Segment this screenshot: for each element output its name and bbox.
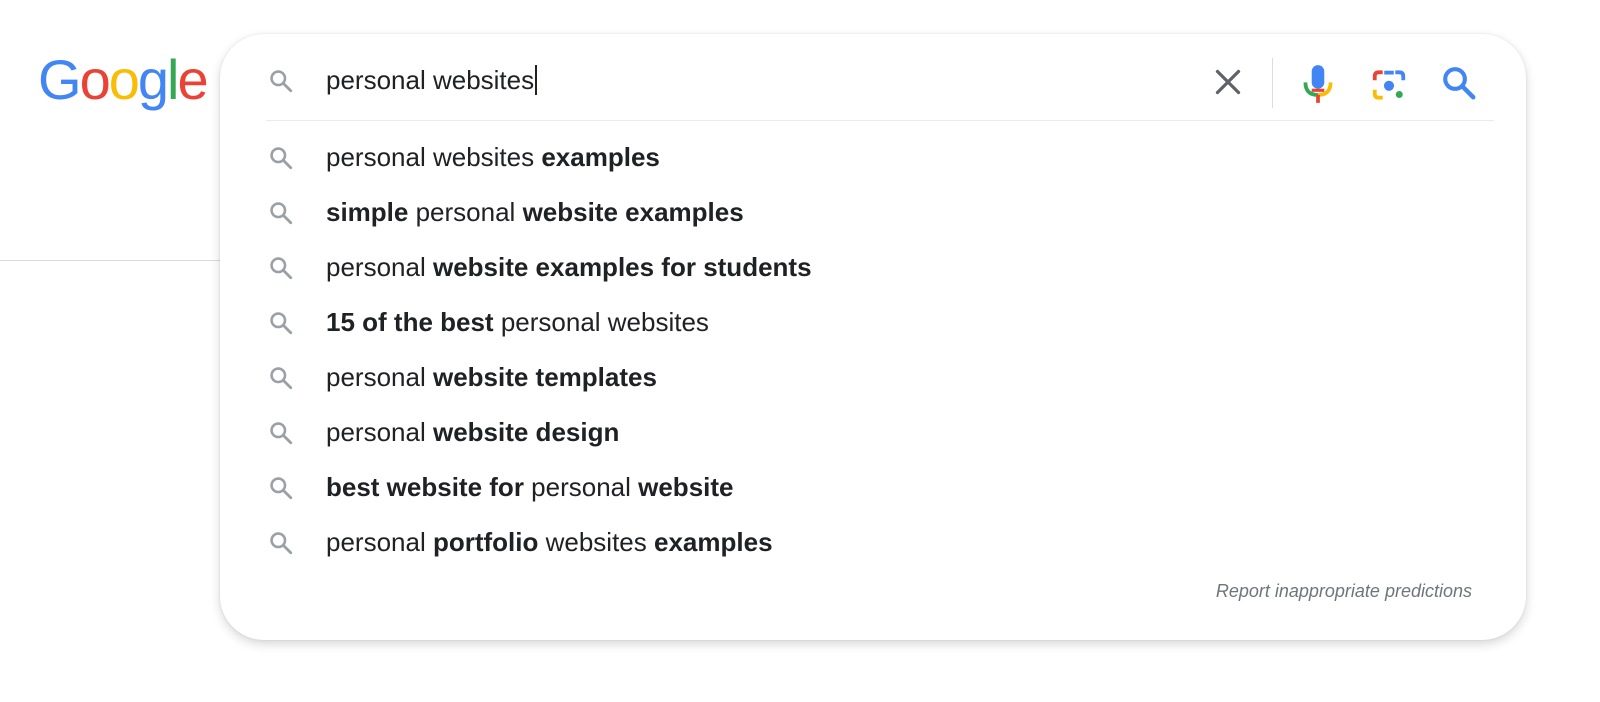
suggestion-bold-segment: examples (541, 142, 660, 172)
google-logo[interactable]: Google (38, 48, 209, 111)
text-cursor (535, 65, 538, 95)
search-suggestions-panel: personal websites personal websites exam… (220, 34, 1526, 640)
search-icon (270, 422, 293, 445)
suggestion-bold-segment: examples (654, 527, 773, 557)
suggestion-segment: personal (326, 527, 433, 557)
microphone-icon[interactable] (1298, 62, 1338, 106)
logo-letter: e (177, 48, 208, 111)
search-icon (270, 477, 293, 500)
suggestion-segment: personal websites (326, 142, 542, 172)
logo-letter: g (137, 48, 169, 111)
suggestion-segment: personal websites (493, 307, 709, 337)
suggestion-bold-segment: best website for (326, 472, 524, 502)
suggestion-text: best website for personal website (326, 469, 734, 505)
search-submit-icon[interactable] (1440, 64, 1478, 102)
suggestion-item[interactable]: simple personal website examples (220, 185, 1526, 240)
suggestion-item[interactable]: best website for personal website (220, 460, 1526, 515)
suggestion-item[interactable]: personal portfolio websites examples (220, 515, 1526, 570)
suggestion-text: personal portfolio websites examples (326, 524, 773, 560)
search-bar: personal websites (220, 34, 1526, 122)
suggestion-bold-segment: website templates (432, 362, 657, 392)
search-icon (270, 532, 293, 555)
suggestion-text: personal website templates (326, 359, 657, 395)
suggestion-segment: personal (523, 472, 639, 502)
suggestion-bold-segment: website examples for students (432, 252, 812, 282)
suggestion-text: personal websites examples (326, 139, 660, 175)
search-icon (270, 257, 293, 280)
suggestion-item[interactable]: personal website templates (220, 350, 1526, 405)
search-icon (270, 202, 293, 225)
camera-lens-icon[interactable] (1370, 66, 1408, 104)
logo-letter: G (38, 48, 82, 111)
search-bar-separator (1272, 58, 1273, 108)
suggestion-bold-segment: website design (432, 417, 620, 447)
close-icon[interactable] (1210, 64, 1246, 100)
suggestion-bold-segment: simple (326, 197, 409, 227)
search-query-text: personal websites (326, 65, 535, 95)
logo-letter: o (79, 48, 111, 111)
suggestion-text: personal website design (326, 414, 619, 450)
search-input[interactable]: personal websites (326, 62, 538, 98)
suggestion-bold-segment: website examples (522, 197, 744, 227)
suggestion-text: simple personal website examples (326, 194, 744, 230)
report-predictions-link[interactable]: Report inappropriate predictions (1216, 581, 1472, 602)
search-icon (270, 367, 293, 390)
suggestion-segment: personal (326, 362, 433, 392)
suggestion-segment: personal (326, 252, 433, 282)
logo-letter: o (108, 48, 140, 111)
logo-letter: l (167, 48, 180, 111)
suggestion-segment: websites (538, 527, 654, 557)
suggestion-item[interactable]: 15 of the best personal websites (220, 295, 1526, 350)
page-header-divider (0, 260, 230, 261)
suggestion-bold-segment: 15 of the best (326, 307, 494, 337)
search-icon (270, 147, 293, 170)
search-bar-underline (266, 120, 1494, 121)
suggestion-bold-segment: portfolio (432, 527, 539, 557)
suggestion-text: personal website examples for students (326, 249, 812, 285)
search-icon (270, 70, 293, 93)
suggestion-item[interactable]: personal website examples for students (220, 240, 1526, 295)
suggestion-text: 15 of the best personal websites (326, 304, 709, 340)
suggestion-item[interactable]: personal website design (220, 405, 1526, 460)
suggestion-segment: personal (326, 417, 433, 447)
suggestion-bold-segment: website (638, 472, 734, 502)
suggestion-segment: personal (408, 197, 523, 227)
search-icon (270, 312, 293, 335)
suggestions-list: personal websites examples simple persona… (220, 130, 1526, 570)
suggestion-item[interactable]: personal websites examples (220, 130, 1526, 185)
